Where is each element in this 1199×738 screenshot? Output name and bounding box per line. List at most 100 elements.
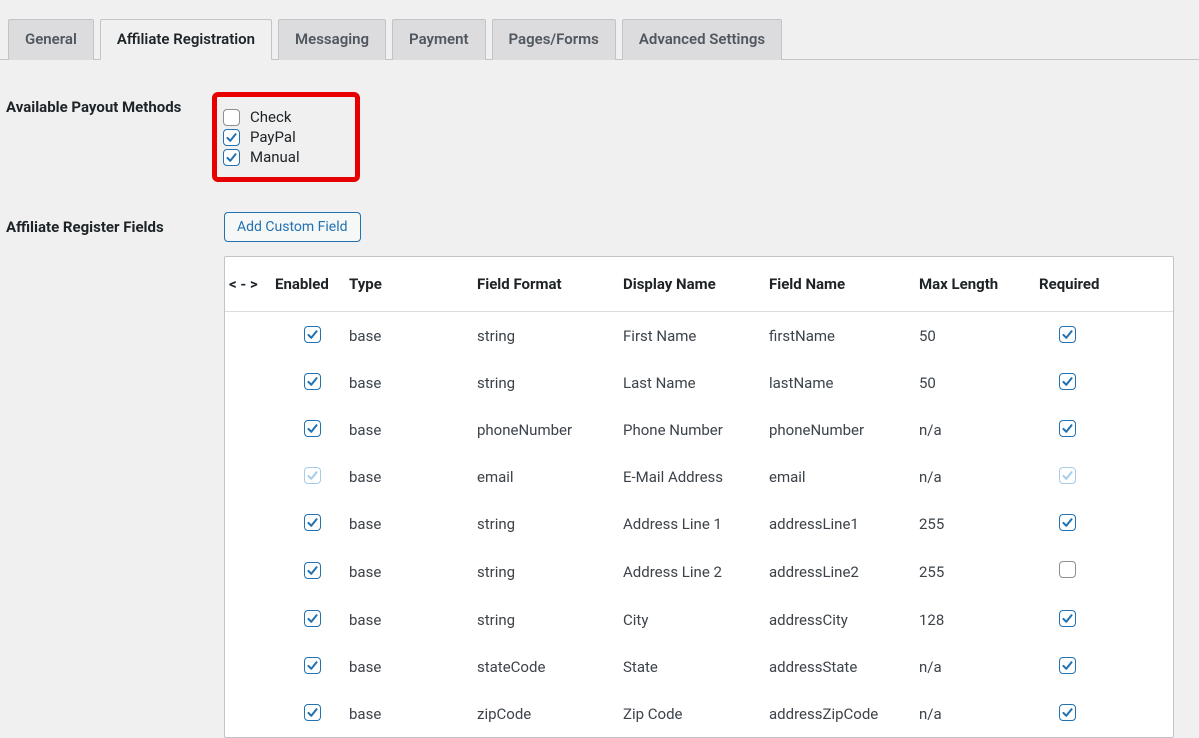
checkbox-enabled[interactable] xyxy=(304,657,321,674)
cell-max-length: 255 xyxy=(909,547,1039,596)
checkbox-enabled[interactable] xyxy=(304,326,321,343)
checkbox-enabled[interactable] xyxy=(304,373,321,390)
th-field-format: Field Format xyxy=(467,257,613,312)
fields-table: < - > Enabled Type Field Format Display … xyxy=(225,257,1173,737)
th-required: Required xyxy=(1039,257,1173,312)
cell-max-length: n/a xyxy=(909,643,1039,690)
cell-max-length: 50 xyxy=(909,312,1039,360)
table-row: basestringCityaddressCity128 xyxy=(225,596,1173,643)
cell-field-name: phoneNumber xyxy=(759,406,909,453)
checkbox-enabled[interactable] xyxy=(304,467,321,484)
row-register-fields: Affiliate Register Fields Add Custom Fie… xyxy=(0,212,1199,738)
cell-drag[interactable] xyxy=(225,359,275,406)
cell-field-format: string xyxy=(467,500,613,547)
checkbox-required[interactable] xyxy=(1059,467,1076,484)
cell-max-length: 128 xyxy=(909,596,1039,643)
add-custom-field-button[interactable]: Add Custom Field xyxy=(224,212,361,242)
cell-type: base xyxy=(339,500,467,547)
checkbox-required[interactable] xyxy=(1059,610,1076,627)
th-type: Type xyxy=(339,257,467,312)
checkbox-required[interactable] xyxy=(1059,704,1076,721)
checkbox-required[interactable] xyxy=(1059,514,1076,531)
cell-field-format: string xyxy=(467,547,613,596)
cell-field-format: phoneNumber xyxy=(467,406,613,453)
th-enabled: Enabled xyxy=(275,257,339,312)
table-row: basezipCodeZip CodeaddressZipCoden/a xyxy=(225,690,1173,737)
cell-field-name: addressCity xyxy=(759,596,909,643)
tab-general[interactable]: General xyxy=(8,19,94,60)
cell-drag[interactable] xyxy=(225,547,275,596)
cell-max-length: 50 xyxy=(909,359,1039,406)
cell-max-length: n/a xyxy=(909,690,1039,737)
checkbox-required[interactable] xyxy=(1059,373,1076,390)
cell-type: base xyxy=(339,596,467,643)
label-payout-check: Check xyxy=(250,108,291,126)
cell-drag[interactable] xyxy=(225,453,275,500)
cell-field-format: string xyxy=(467,359,613,406)
th-drag: < - > xyxy=(225,257,275,312)
cell-field-format: string xyxy=(467,596,613,643)
tab-affiliate-registration[interactable]: Affiliate Registration xyxy=(100,19,272,60)
th-field-name: Field Name xyxy=(759,257,909,312)
checkbox-enabled[interactable] xyxy=(304,610,321,627)
cell-type: base xyxy=(339,406,467,453)
tab-advanced-settings[interactable]: Advanced Settings xyxy=(622,19,782,60)
cell-type: base xyxy=(339,547,467,596)
cell-display-name: Phone Number xyxy=(613,406,759,453)
cell-field-format: string xyxy=(467,312,613,360)
table-row: baseemailE-Mail Addressemailn/a xyxy=(225,453,1173,500)
checkbox-payout-check[interactable] xyxy=(223,109,240,126)
th-max-length: Max Length xyxy=(909,257,1039,312)
cell-field-format: stateCode xyxy=(467,643,613,690)
label-payout-manual: Manual xyxy=(250,148,300,166)
cell-field-format: email xyxy=(467,453,613,500)
cell-max-length: n/a xyxy=(909,406,1039,453)
cell-max-length: 255 xyxy=(909,500,1039,547)
row-payout-methods: Available Payout Methods Check PayPal Ma… xyxy=(0,92,1199,182)
checkbox-enabled[interactable] xyxy=(304,514,321,531)
tab-messaging[interactable]: Messaging xyxy=(278,19,386,60)
cell-drag[interactable] xyxy=(225,500,275,547)
fields-table-container: < - > Enabled Type Field Format Display … xyxy=(224,256,1174,738)
checkbox-required[interactable] xyxy=(1059,561,1076,578)
cell-field-name: lastName xyxy=(759,359,909,406)
table-row: basestateCodeStateaddressStaten/a xyxy=(225,643,1173,690)
cell-field-name: email xyxy=(759,453,909,500)
cell-drag[interactable] xyxy=(225,690,275,737)
table-row: basestringAddress Line 2addressLine2255 xyxy=(225,547,1173,596)
table-row: basephoneNumberPhone NumberphoneNumbern/… xyxy=(225,406,1173,453)
checkbox-payout-paypal[interactable] xyxy=(223,129,240,146)
label-payout-paypal: PayPal xyxy=(250,128,296,146)
cell-drag[interactable] xyxy=(225,312,275,360)
cell-type: base xyxy=(339,690,467,737)
cell-field-name: addressLine2 xyxy=(759,547,909,596)
table-row: basestringAddress Line 1addressLine1255 xyxy=(225,500,1173,547)
cell-display-name: First Name xyxy=(613,312,759,360)
cell-drag[interactable] xyxy=(225,596,275,643)
checkbox-payout-manual[interactable] xyxy=(223,149,240,166)
tab-pages-forms[interactable]: Pages/Forms xyxy=(492,19,616,60)
checkbox-enabled[interactable] xyxy=(304,420,321,437)
cell-type: base xyxy=(339,453,467,500)
cell-drag[interactable] xyxy=(225,406,275,453)
cell-field-format: zipCode xyxy=(467,690,613,737)
cell-drag[interactable] xyxy=(225,643,275,690)
cell-display-name: City xyxy=(613,596,759,643)
checkbox-required[interactable] xyxy=(1059,657,1076,674)
cell-type: base xyxy=(339,359,467,406)
cell-max-length: n/a xyxy=(909,453,1039,500)
table-row: basestringLast NamelastName50 xyxy=(225,359,1173,406)
settings-tabs: General Affiliate Registration Messaging… xyxy=(0,0,1199,60)
checkbox-enabled[interactable] xyxy=(304,704,321,721)
cell-display-name: Last Name xyxy=(613,359,759,406)
cell-display-name: E-Mail Address xyxy=(613,453,759,500)
cell-field-name: addressState xyxy=(759,643,909,690)
checkbox-required[interactable] xyxy=(1059,326,1076,343)
label-payout-methods: Available Payout Methods xyxy=(6,92,224,116)
checkbox-enabled[interactable] xyxy=(304,562,321,579)
cell-field-name: firstName xyxy=(759,312,909,360)
th-display-name: Display Name xyxy=(613,257,759,312)
checkbox-required[interactable] xyxy=(1059,420,1076,437)
tab-payment[interactable]: Payment xyxy=(392,19,485,60)
cell-field-name: addressZipCode xyxy=(759,690,909,737)
